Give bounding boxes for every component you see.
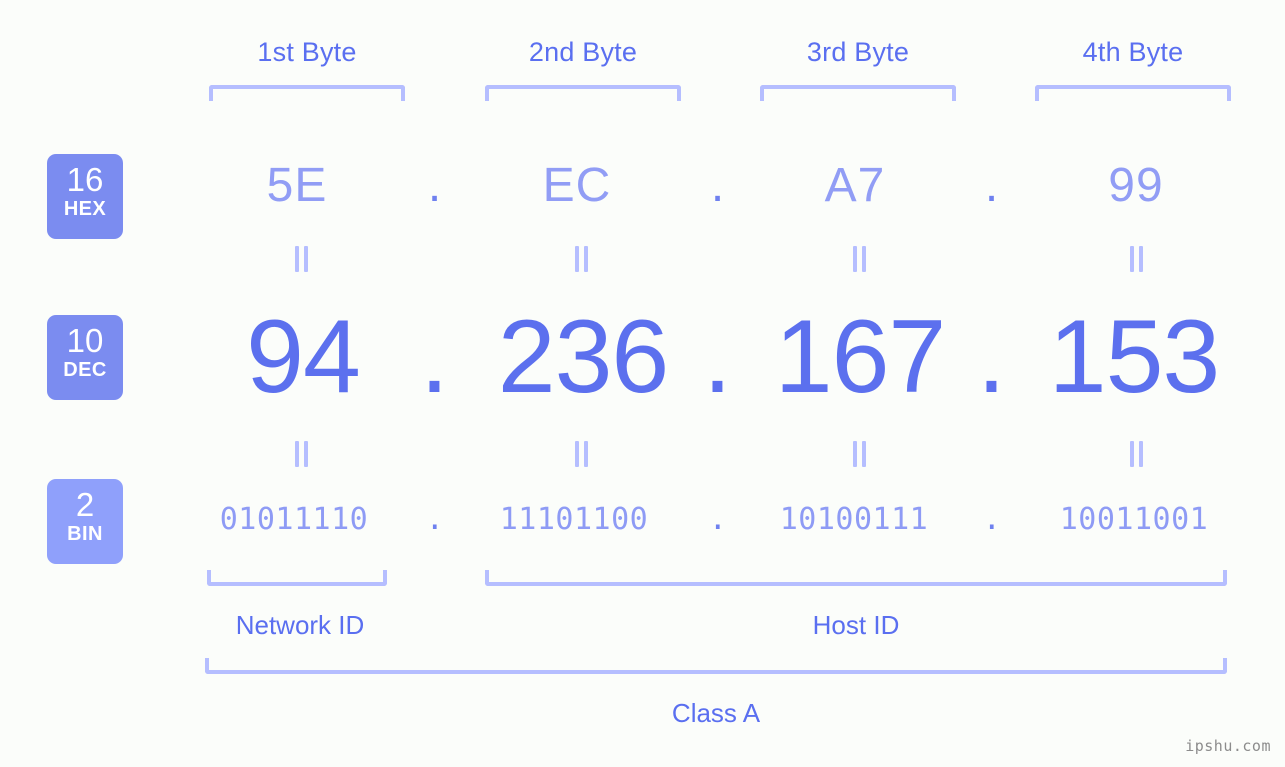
base-badge-bin-number: 2	[75, 486, 95, 523]
equals-mark-dec-bin-1	[291, 441, 311, 467]
byte-header-4: 4th Byte	[1082, 37, 1184, 67]
base-badge-bin-unit: BIN	[67, 523, 103, 545]
class-label: Class A	[671, 698, 761, 728]
host-id-label: Host ID	[812, 610, 900, 640]
hex-separator-1: .	[427, 159, 443, 212]
bin-byte-4: 10011001	[1059, 502, 1209, 537]
byte-bracket-2	[485, 85, 681, 101]
dec-byte-2: 236	[497, 299, 670, 415]
bin-separator-1: .	[425, 502, 445, 537]
equals-mark-dec-bin-4	[1126, 441, 1146, 467]
byte-header-1: 1st Byte	[257, 37, 357, 67]
class-bracket	[205, 658, 1227, 674]
byte-bracket-1	[209, 85, 405, 101]
dec-byte-3: 167	[774, 299, 947, 415]
equals-mark-hex-dec-2	[571, 246, 591, 272]
dec-byte-1: 94	[246, 299, 361, 415]
bin-separator-3: .	[982, 502, 1002, 537]
bin-separator-2: .	[708, 502, 728, 537]
dec-separator-1: .	[420, 299, 449, 415]
network-id-label: Network ID	[235, 610, 365, 640]
hex-byte-2: EC	[542, 159, 612, 212]
byte-bracket-3	[760, 85, 956, 101]
base-badge-dec-unit: DEC	[63, 359, 107, 381]
base-badge-hex-unit: HEX	[63, 198, 107, 220]
bin-byte-2: 11101100	[499, 502, 649, 537]
equals-mark-dec-bin-3	[849, 441, 869, 467]
hex-separator-2: .	[710, 159, 726, 212]
hex-byte-1: 5E	[266, 159, 328, 212]
base-badge-hex-number: 16	[66, 161, 104, 198]
base-badge-hex: 16 HEX	[47, 154, 123, 239]
base-badge-dec-number: 10	[66, 322, 104, 359]
bin-byte-3: 10100111	[779, 502, 929, 537]
bin-byte-1: 01011110	[219, 502, 369, 537]
byte-bracket-4	[1035, 85, 1231, 101]
dec-byte-4: 153	[1048, 299, 1221, 415]
equals-mark-hex-dec-1	[291, 246, 311, 272]
dec-separator-3: .	[977, 299, 1006, 415]
equals-mark-hex-dec-4	[1126, 246, 1146, 272]
equals-mark-hex-dec-3	[849, 246, 869, 272]
network-id-bracket	[207, 570, 387, 586]
site-watermark: ipshu.com	[1185, 737, 1271, 755]
byte-header-3: 3rd Byte	[806, 37, 910, 67]
dec-separator-2: .	[703, 299, 732, 415]
hex-byte-3: A7	[824, 159, 886, 212]
host-id-bracket	[485, 570, 1227, 586]
hex-separator-3: .	[984, 159, 1000, 212]
base-badge-dec: 10 DEC	[47, 315, 123, 400]
equals-mark-dec-bin-2	[571, 441, 591, 467]
byte-header-2: 2nd Byte	[528, 37, 638, 67]
base-badge-bin: 2 BIN	[47, 479, 123, 564]
hex-byte-4: 99	[1108, 159, 1164, 212]
